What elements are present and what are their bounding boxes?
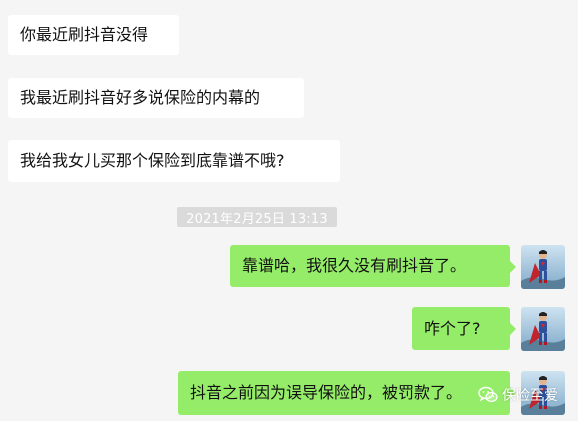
watermark: 保险至爱 <box>478 384 558 406</box>
message-text: 抖音之前因为误导保险的，被罚款了。 <box>190 383 463 402</box>
message-text: 我最近刷抖音好多说保险的内幕的 <box>20 88 261 107</box>
wechat-icon <box>478 386 498 403</box>
message-timestamp: 2021年2月25日 13:13 <box>177 207 337 227</box>
message-text: 我给我女儿买那个保险到底靠谱不哦? <box>20 151 285 170</box>
message-text: 咋个了? <box>424 318 481 338</box>
incoming-message[interactable]: 我最近刷抖音好多说保险的内幕的 <box>8 78 304 118</box>
superhero-avatar-icon <box>521 307 565 351</box>
watermark-text: 保险至爱 <box>502 388 558 404</box>
chat-window: 你最近刷抖音没得 我最近刷抖音好多说保险的内幕的 我给我女儿买那个保险到底靠谱不… <box>0 0 578 421</box>
outgoing-message[interactable]: 咋个了? <box>412 307 516 350</box>
incoming-message[interactable]: 我给我女儿买那个保险到底靠谱不哦? <box>8 140 340 182</box>
incoming-message[interactable]: 你最近刷抖音没得 <box>8 15 179 55</box>
outgoing-message[interactable]: 抖音之前因为误导保险的，被罚款了。 <box>178 371 516 415</box>
superhero-avatar-icon <box>521 245 565 289</box>
outgoing-message[interactable]: 靠谱哈，我很久没有刷抖音了。 <box>230 245 516 287</box>
message-text: 靠谱哈，我很久没有刷抖音了。 <box>242 256 467 275</box>
avatar[interactable] <box>521 307 565 351</box>
avatar[interactable] <box>521 245 565 289</box>
message-text: 你最近刷抖音没得 <box>20 25 149 44</box>
timestamp-text: 2021年2月25日 13:13 <box>186 211 328 227</box>
